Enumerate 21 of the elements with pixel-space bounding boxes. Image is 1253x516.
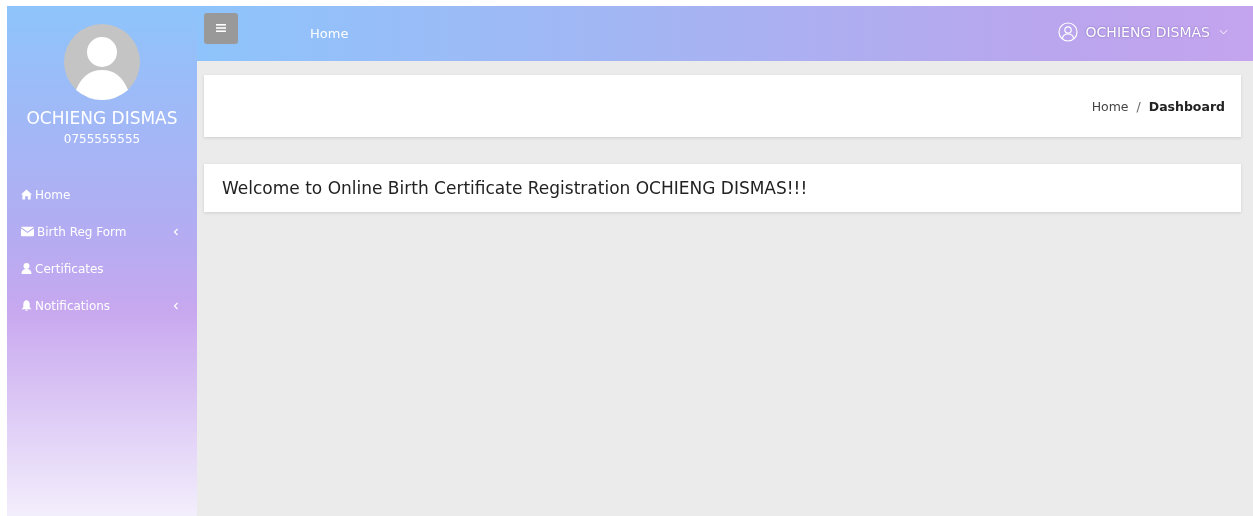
user-phone: 0755555555 <box>63 132 141 146</box>
home-icon <box>21 189 32 200</box>
avatar-icon <box>64 24 140 100</box>
sidebar-menu-item[interactable]: Home <box>7 176 197 213</box>
sidebar-menu-item[interactable]: Certificates <box>7 250 197 287</box>
sidebar-menu-item[interactable]: Birth Reg Form <box>7 213 197 250</box>
envelope-icon <box>21 226 34 237</box>
breadcrumb-link[interactable]: Home <box>1091 98 1129 114</box>
sidebar-menu-item[interactable]: Notifications <box>7 287 197 324</box>
bell-icon <box>21 300 32 311</box>
chevron-down-icon <box>1219 28 1228 35</box>
home-link[interactable]: Home <box>310 26 349 41</box>
user-icon <box>21 263 32 274</box>
breadcrumb-separator: / <box>1136 98 1141 114</box>
breadcrumb-link[interactable]: Dashboard <box>1148 98 1225 114</box>
menu-icon <box>216 24 226 32</box>
welcome-message: Welcome to Online Birth Certificate Registration OCHIENG DISMAS!!! <box>222 178 808 198</box>
user-name: OCHIENG DISMAS <box>26 108 178 128</box>
user-icon <box>1057 21 1078 42</box>
menu-button[interactable] <box>204 12 238 44</box>
user-menu[interactable]: OCHIENG DISMAS <box>1057 21 1228 42</box>
